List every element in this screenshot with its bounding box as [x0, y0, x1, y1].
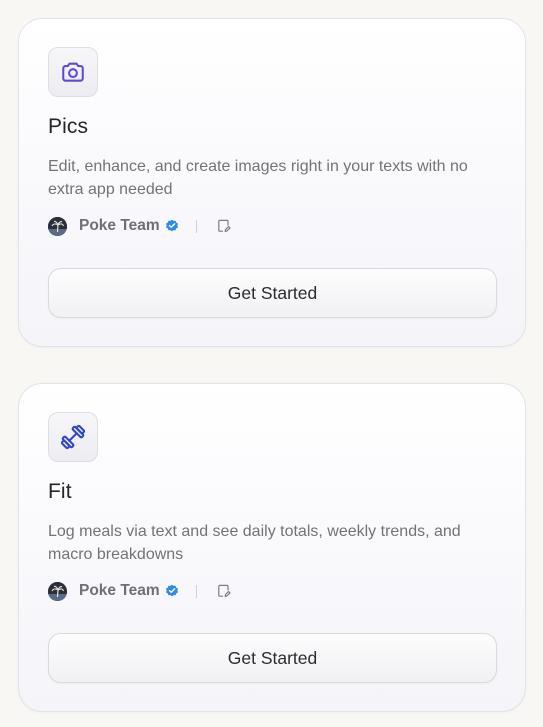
- divider: [195, 219, 197, 233]
- card-meta: Poke Team: [48, 581, 231, 601]
- verified-badge-icon: [165, 219, 178, 232]
- card-meta: Poke Team: [48, 216, 231, 236]
- palm-tree-icon: [48, 216, 67, 236]
- get-started-button[interactable]: Get Started: [48, 633, 497, 683]
- app-icon-tile: [48, 47, 98, 97]
- author-name: Poke Team: [79, 217, 160, 234]
- document-edit-icon[interactable]: [217, 584, 231, 598]
- app-icon-tile: [48, 412, 98, 462]
- author-name: Poke Team: [79, 582, 160, 599]
- avatar: [48, 216, 67, 236]
- dumbbell-icon: [60, 424, 86, 450]
- camera-icon: [62, 62, 84, 82]
- palm-tree-icon: [48, 581, 67, 601]
- card-description: Log meals via text and see daily totals,…: [48, 523, 461, 563]
- verified-badge-icon: [165, 584, 178, 597]
- app-card-pics: Pics Edit, enhance, and create images ri…: [18, 18, 526, 347]
- card-title: Pics: [48, 115, 89, 138]
- app-card-fit: Fit Log meals via text and see daily tot…: [18, 383, 526, 712]
- document-edit-icon[interactable]: [217, 219, 231, 233]
- divider: [195, 584, 197, 598]
- get-started-button[interactable]: Get Started: [48, 268, 497, 318]
- avatar: [48, 581, 67, 601]
- card-description: Edit, enhance, and create images right i…: [48, 158, 468, 198]
- card-title: Fit: [48, 480, 72, 503]
